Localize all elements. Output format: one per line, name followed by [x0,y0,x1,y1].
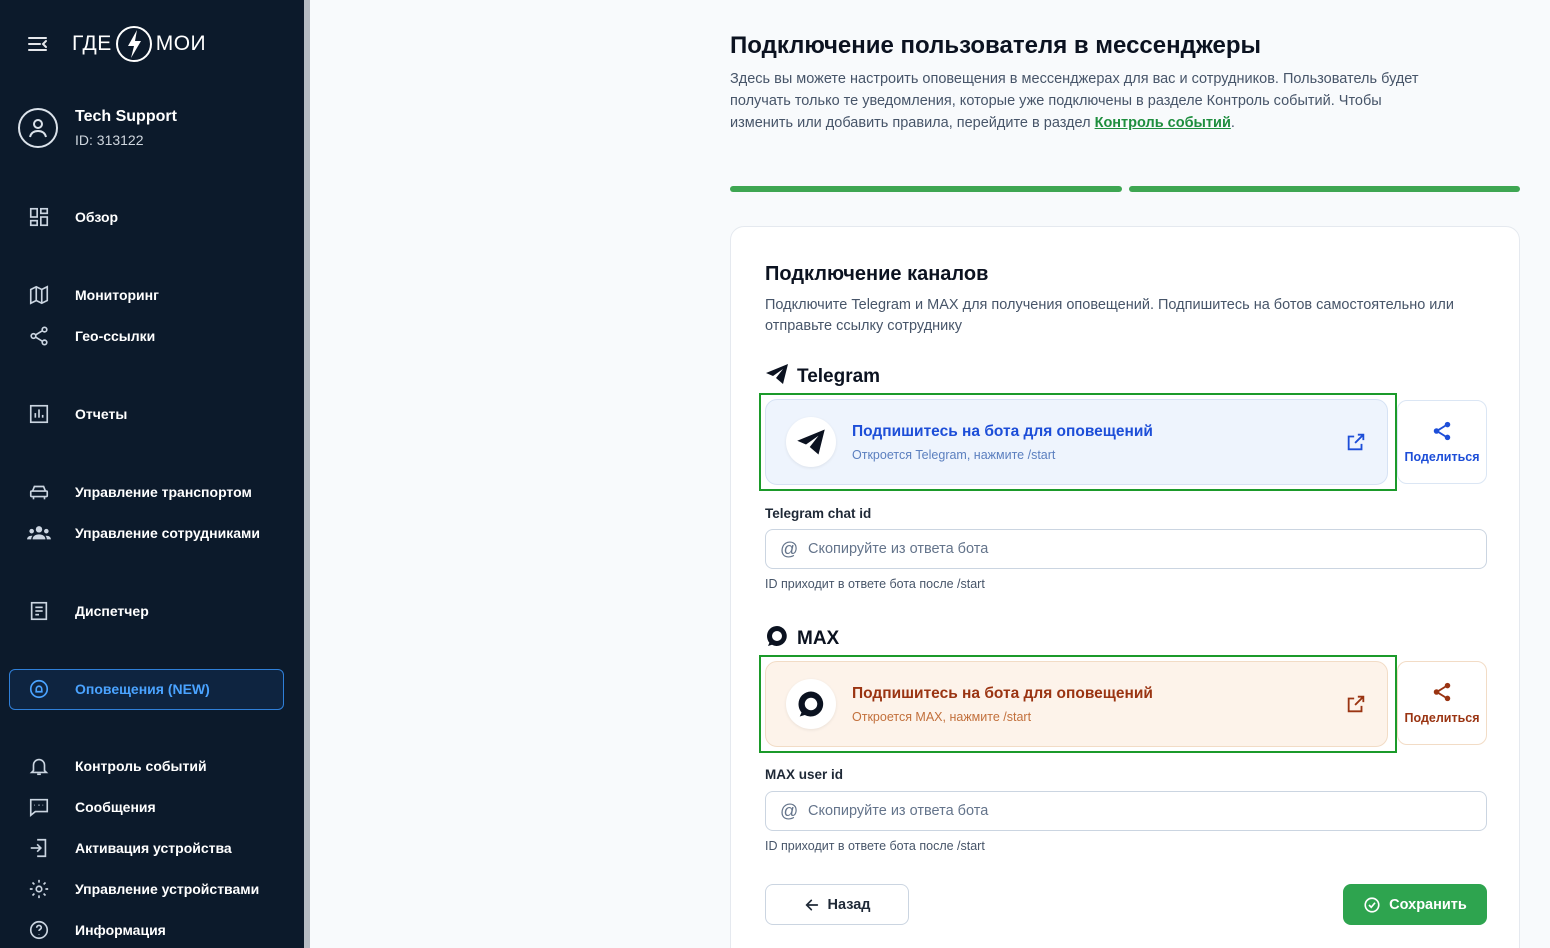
user-id: ID: 313122 [75,132,144,148]
bar-chart-icon [26,401,52,427]
sidebar-item-label: Гео-ссылки [75,328,156,344]
progress-step-1 [730,186,1122,192]
app-logo[interactable]: ГДЕ МОИ [72,22,206,66]
save-label: Сохранить [1389,896,1467,913]
users-icon [26,520,52,546]
channels-card: Подключение каналов Подключите Telegram … [730,226,1520,948]
telegram-chat-id-label: Telegram chat id [765,506,872,521]
login-icon [26,835,52,861]
chat-icon [26,794,52,820]
telegram-bot-title: Подпишитесь на бота для оповещений [852,422,1153,440]
sidebar-item-employees[interactable]: Управление сотрудниками [26,518,286,548]
sidebar-item-notifications-content[interactable]: Оповещения (NEW) [26,676,210,702]
avatar-icon [18,108,58,148]
sidebar-item-geo-links[interactable]: Гео-ссылки [26,321,286,351]
user-name: Tech Support [75,108,177,125]
map-icon [26,282,52,308]
sidebar-item-label: Оповещения (NEW) [75,681,210,697]
arrow-left-icon [804,897,820,913]
telegram-title: Telegram [797,365,881,387]
sidebar-item-label: Управление сотрудниками [75,525,260,541]
sidebar-item-messages[interactable]: Сообщения [26,792,286,822]
max-bot-subtitle: Откроется MAX, нажмите /start [852,709,1032,724]
sidebar-item-reports[interactable]: Отчеты [26,399,286,429]
share-icon [1433,682,1451,702]
external-link-icon[interactable] [1345,693,1367,715]
document-icon [26,598,52,624]
back-label: Назад [827,896,871,913]
logo-text-left: ГДЕ [72,32,112,55]
max-hint: ID приходит в ответе бота после /start [765,839,985,853]
sidebar-item-label: Управление транспортом [75,484,252,500]
user-profile[interactable]: Tech Support ID: 313122 [18,108,177,148]
progress-step-2 [1129,186,1520,192]
share-icon [1433,421,1451,441]
sidebar-item-monitoring[interactable]: Мониторинг [26,280,286,310]
sidebar: ГДЕ МОИ Tech Support ID: 313122 Обзор Мо… [0,0,304,948]
share-label: Поделиться [1404,450,1480,464]
telegram-share-button[interactable]: Поделиться [1397,400,1487,484]
sidebar-item-dispatcher[interactable]: Диспетчер [26,596,286,626]
sidebar-item-device-activation[interactable]: Активация устройства [26,833,286,863]
share-label: Поделиться [1404,711,1480,725]
at-icon: @ [780,800,799,821]
car-icon [26,479,52,505]
external-link-icon[interactable] [1345,431,1367,453]
page-description: Здесь вы можете настроить оповещения в м… [730,68,1430,134]
max-user-id-input[interactable] [808,803,1448,819]
max-subscribe-card[interactable]: Подпишитесь на бота для оповещений Откро… [765,661,1388,747]
sidebar-item-info[interactable]: Информация [26,915,286,945]
sidebar-item-label: Обзор [75,209,119,225]
sidebar-item-label: Отчеты [75,406,128,422]
sidebar-item-label: Контроль событий [75,758,207,774]
gear-icon [26,876,52,902]
at-icon: @ [780,538,799,559]
logo-bolt-icon [114,24,154,64]
telegram-heading: Telegram [765,363,880,390]
card-description: Подключите Telegram и MAX для получения … [765,297,1454,334]
dashboard-icon [26,204,52,230]
telegram-subscribe-card[interactable]: Подпишитесь на бота для оповещений Откро… [765,399,1388,485]
telegram-chat-id-input[interactable] [808,541,1448,557]
max-bot-title: Подпишитесь на бота для оповещений [852,684,1153,702]
bell-icon [26,753,52,779]
telegram-hint: ID приходит в ответе бота после /start [765,577,985,591]
sidebar-item-label: Сообщения [75,799,156,815]
sidebar-item-label: Управление устройствами [75,881,260,897]
max-heading: MAX [765,624,839,653]
telegram-bot-subtitle: Откроется Telegram, нажмите /start [852,447,1056,462]
back-button[interactable]: Назад [765,884,909,925]
sidebar-item-label: Мониторинг [75,287,159,303]
sidebar-item-label: Информация [75,922,166,938]
sidebar-item-transport[interactable]: Управление транспортом [26,477,286,507]
telegram-logo-icon [786,417,836,467]
max-title: MAX [797,627,840,649]
sidebar-item-device-management[interactable]: Управление устройствами [26,874,286,904]
event-control-link[interactable]: Контроль событий [1095,115,1231,131]
telegram-icon [765,363,789,390]
max-share-button[interactable]: Поделиться [1397,661,1487,745]
max-user-id-field[interactable]: @ [765,791,1487,831]
sidebar-item-overview[interactable]: Обзор [26,202,286,232]
sidebar-item-event-control[interactable]: Контроль событий [26,751,286,781]
telegram-chat-id-field[interactable]: @ [765,529,1487,569]
menu-collapse-icon[interactable] [26,32,50,56]
check-circle-icon [1363,896,1381,914]
sidebar-scrollbar[interactable] [304,0,310,948]
max-user-id-label: MAX user id [765,767,844,782]
max-icon [765,624,789,653]
page-title: Подключение пользователя в мессенджеры [730,32,1262,59]
share-icon [26,323,52,349]
alert-circle-icon [26,676,52,702]
save-button[interactable]: Сохранить [1343,884,1487,925]
sidebar-item-label: Диспетчер [75,603,149,619]
page-description-end: . [1230,115,1235,131]
page-description-text: Здесь вы можете настроить оповещения в м… [730,71,1419,131]
card-title: Подключение каналов [765,263,989,285]
help-icon [26,917,52,943]
max-logo-icon [786,679,836,729]
logo-text-right: МОИ [155,32,207,55]
sidebar-item-label: Активация устройства [75,840,232,856]
